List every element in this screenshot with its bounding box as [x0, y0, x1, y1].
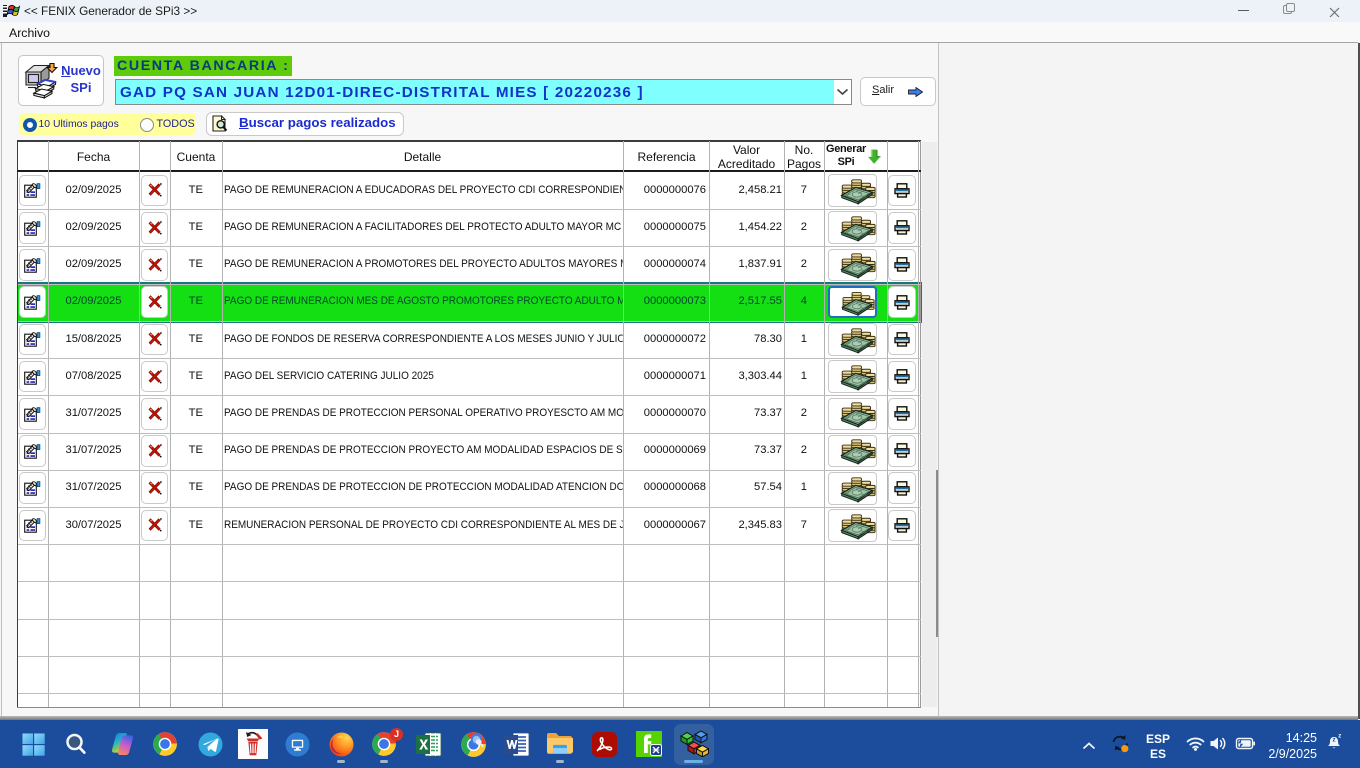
svg-text:z: z: [1338, 734, 1341, 740]
